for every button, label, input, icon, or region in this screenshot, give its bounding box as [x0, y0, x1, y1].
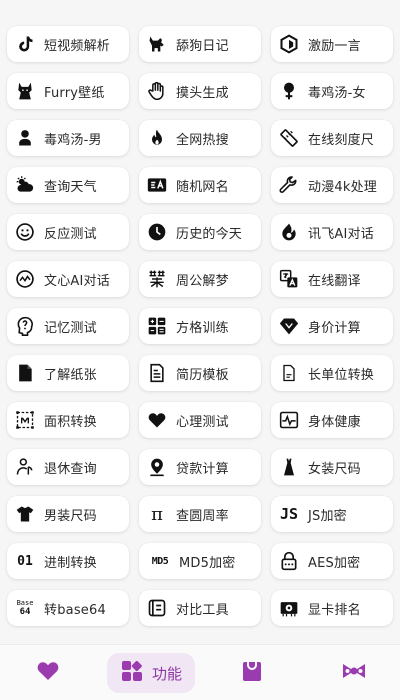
tool-random-nickname[interactable]: 随机网名 [139, 167, 261, 203]
pi-icon: π [151, 503, 163, 525]
tool-online-translate[interactable]: 在线翻译 [271, 261, 393, 297]
tool-furry-wallpaper[interactable]: Furry壁纸 [7, 73, 129, 109]
tool-trending-search[interactable]: 全网热搜 [139, 120, 261, 156]
tool-pi-lookup[interactable]: π 查圆周率 [139, 496, 261, 532]
tiktok-icon [14, 33, 36, 55]
dress-icon [278, 456, 300, 478]
bag-icon [240, 659, 264, 687]
dream-icon [146, 268, 168, 290]
tool-area-convert[interactable]: 面积转换 [7, 402, 129, 438]
shirt-icon [14, 503, 36, 525]
js-icon: JS [279, 505, 299, 523]
tool-women-size[interactable]: 女装尺码 [271, 449, 393, 485]
dog-icon [146, 33, 168, 55]
tab-bag[interactable] [240, 653, 264, 693]
translate-icon [278, 268, 300, 290]
tool-js-encrypt[interactable]: JS JS加密 [271, 496, 393, 532]
tool-aes-encrypt[interactable]: AES加密 [271, 543, 393, 579]
id-card-icon [146, 174, 168, 196]
tab-favorites[interactable] [36, 653, 60, 693]
tool-resume-template[interactable]: 简历模板 [139, 355, 261, 391]
wrench-icon [278, 174, 300, 196]
tool-grid: 短视频解析 舔狗日记 激励一言 Furry壁纸 摸头生成 毒鸡汤-女 毒鸡汤-男… [7, 26, 393, 626]
tab-bow[interactable] [340, 653, 368, 693]
lock-icon [278, 550, 300, 572]
tool-md5-encrypt[interactable]: MD5 MD5加密 [139, 543, 261, 579]
retire-icon [14, 456, 36, 478]
tool-anime-4k[interactable]: 动漫4k处理 [271, 167, 393, 203]
paper-icon [14, 362, 36, 384]
resume-icon [146, 362, 168, 384]
heart-icon [146, 409, 168, 431]
tab-functions-label: 功能 [151, 664, 182, 683]
functions-grid-icon [120, 659, 144, 687]
tool-psych-test[interactable]: 心理测试 [139, 402, 261, 438]
pulse-icon [278, 409, 300, 431]
tool-to-base64[interactable]: Base 64 转base64 [7, 590, 129, 626]
binary-icon: 01 [17, 553, 33, 569]
tool-dream-interpretation[interactable]: 周公解梦 [139, 261, 261, 297]
tool-weather[interactable]: 查询天气 [7, 167, 129, 203]
hand-icon [146, 80, 168, 102]
clock-icon [146, 221, 168, 243]
tool-body-health[interactable]: 身体健康 [271, 402, 393, 438]
md5-icon: MD5 [151, 555, 169, 567]
tool-dog-diary[interactable]: 舔狗日记 [139, 26, 261, 62]
ruler-icon [278, 127, 300, 149]
base64-icon: Base 64 [16, 599, 34, 617]
brain-icon [14, 315, 36, 337]
wenxin-icon [14, 268, 36, 290]
fox-icon [14, 80, 36, 102]
bottom-tab-bar: 功能 [0, 644, 400, 700]
tool-short-video-parse[interactable]: 短视频解析 [7, 26, 129, 62]
xunfei-icon [278, 221, 300, 243]
tool-men-size[interactable]: 男装尺码 [7, 496, 129, 532]
document-icon [278, 362, 300, 384]
female-icon [278, 80, 300, 102]
tool-paper-sizes[interactable]: 了解纸张 [7, 355, 129, 391]
tool-pat-head[interactable]: 摸头生成 [139, 73, 261, 109]
tool-retirement-query[interactable]: 退休查询 [7, 449, 129, 485]
tool-history-today[interactable]: 历史的今天 [139, 214, 261, 250]
tool-base-convert[interactable]: 01 进制转换 [7, 543, 129, 579]
tool-grid-training[interactable]: 方格训练 [139, 308, 261, 344]
tool-online-ruler[interactable]: 在线刻度尺 [271, 120, 393, 156]
tool-reaction-test[interactable]: 反应测试 [7, 214, 129, 250]
male-icon [14, 127, 36, 149]
flame-icon [146, 127, 168, 149]
tool-memory-test[interactable]: 记忆测试 [7, 308, 129, 344]
compare-icon [146, 597, 168, 619]
tool-xunfei-ai-chat[interactable]: 讯飞AI对话 [271, 214, 393, 250]
diamond-icon [278, 315, 300, 337]
grid-icon [146, 315, 168, 337]
tool-net-worth[interactable]: 身价计算 [271, 308, 393, 344]
tool-length-convert[interactable]: 长单位转换 [271, 355, 393, 391]
heart-icon [36, 659, 60, 687]
tool-toxic-soup-male[interactable]: 毒鸡汤-男 [7, 120, 129, 156]
location-icon [146, 456, 168, 478]
weather-icon [14, 174, 36, 196]
smile-icon [14, 221, 36, 243]
tool-gpu-ranking[interactable]: 显卡排名 [271, 590, 393, 626]
tool-toxic-soup-female[interactable]: 毒鸡汤-女 [271, 73, 393, 109]
tab-functions[interactable]: 功能 [107, 653, 195, 693]
gpu-icon [278, 597, 300, 619]
tool-motivational-quote[interactable]: 激励一言 [271, 26, 393, 62]
tool-wenxin-ai-chat[interactable]: 文心AI对话 [7, 261, 129, 297]
hexagon-icon [278, 33, 300, 55]
area-icon [14, 409, 36, 431]
tool-loan-calc[interactable]: 贷款计算 [139, 449, 261, 485]
tool-compare[interactable]: 对比工具 [139, 590, 261, 626]
bow-icon [340, 659, 368, 687]
